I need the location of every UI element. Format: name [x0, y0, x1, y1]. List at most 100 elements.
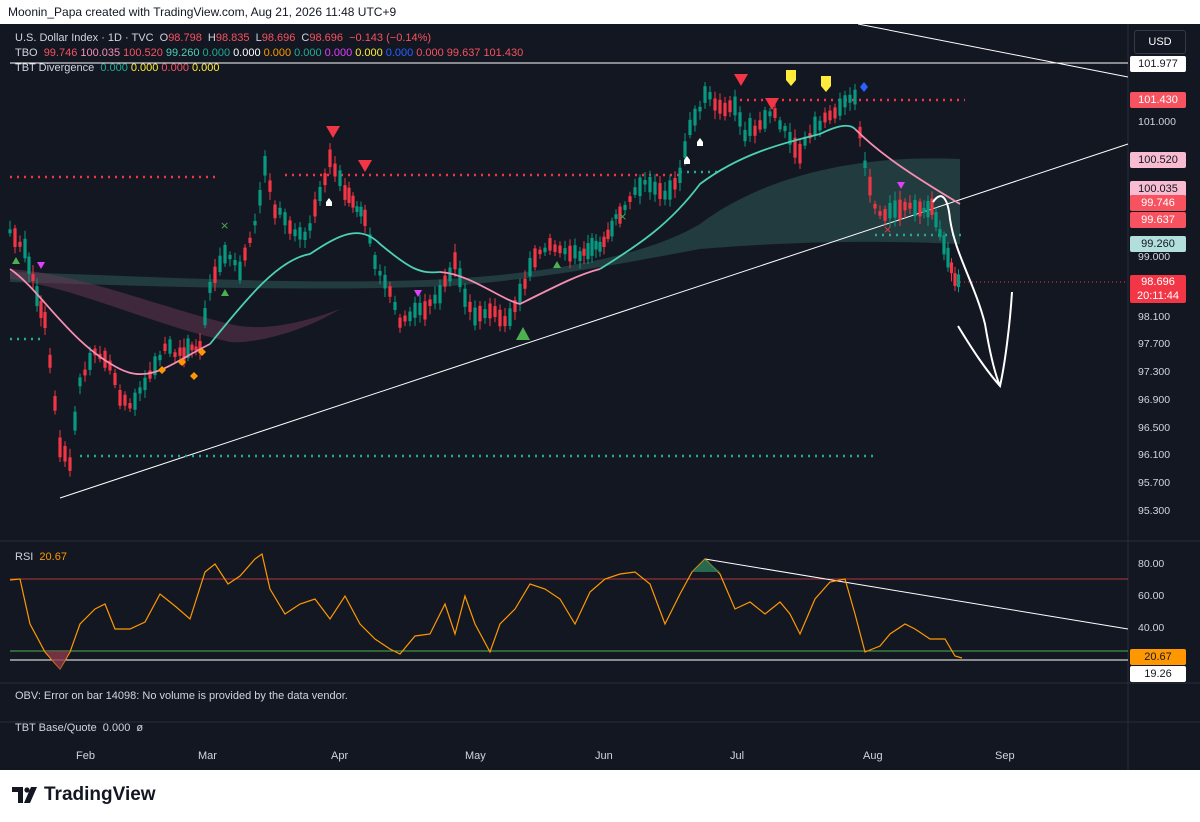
divergence-indicator-name[interactable]: TBT Divergence: [15, 62, 94, 74]
indicator-value: 0.000: [161, 62, 189, 74]
price-tick: 97.700: [1138, 338, 1171, 350]
cross-marker: ×: [220, 219, 229, 232]
obv-error-text: OBV: Error on bar 14098: No volume is pr…: [15, 690, 348, 702]
time-axis-label: Jul: [730, 750, 745, 762]
price-label-tbo-high: 101.430: [1130, 92, 1186, 108]
indicator-value: 100.520: [123, 47, 163, 59]
top-bar: Moonin_Papa created with TradingView.com…: [0, 0, 1200, 24]
tbo-indicator-name[interactable]: TBO: [15, 47, 38, 59]
white-drop-marker: [697, 138, 703, 146]
time-axis-label: Aug: [863, 750, 883, 762]
divergence-values: 0.000 0.000 0.000 0.000: [100, 62, 222, 74]
yellow-flag-marker: [821, 76, 831, 92]
price-tick: 96.500: [1138, 422, 1171, 434]
legend-rsi-row: RSI 20.67: [15, 551, 70, 563]
price-label-level: 101.977: [1130, 56, 1186, 72]
white-drop-marker: [326, 198, 332, 206]
high-value: 98.835: [215, 32, 250, 44]
small-down-marker-purple: [414, 290, 422, 297]
cross-marker: ×: [618, 210, 627, 223]
rsi-indicator-name[interactable]: RSI: [15, 551, 33, 563]
time-axis-label: May: [465, 750, 486, 762]
indicator-value: 0.000: [100, 62, 128, 74]
open-value: 98.798: [168, 32, 202, 44]
sell-triangle-marker: [358, 160, 372, 172]
price-tick: 97.300: [1138, 366, 1171, 378]
small-down-marker-purple: [37, 262, 45, 269]
close-value: 98.696: [309, 32, 344, 44]
time-axis-label: Jun: [595, 750, 613, 762]
indicator-value: 100.035: [80, 47, 121, 59]
created-by-text: Moonin_Papa created with TradingView.com…: [8, 5, 397, 19]
low-value: 98.696: [261, 32, 296, 44]
sell-triangle-marker: [326, 126, 340, 138]
sell-triangle-marker: [765, 98, 779, 110]
price-tick: 96.900: [1138, 394, 1171, 406]
small-up-marker: [221, 289, 229, 296]
tbt-value: 0.000: [102, 722, 131, 734]
currency-button[interactable]: USD: [1134, 30, 1186, 54]
rsi-trendline: [704, 558, 1129, 630]
rsi-tick: 60.00: [1138, 590, 1165, 602]
chart-area[interactable]: × × × U.S. Dollar Index · 1D · TVC O98.7…: [0, 24, 1200, 770]
buy-triangle-marker: [516, 327, 530, 340]
time-axis-label: Apr: [331, 750, 349, 762]
small-up-marker: [12, 257, 20, 264]
price-label-tbo-upper: 100.520: [1130, 152, 1186, 168]
symbol-name[interactable]: U.S. Dollar Index · 1D · TVC: [15, 32, 154, 44]
trendline-upper: [857, 24, 1129, 78]
tbo-values: 99.746 100.035 100.520 99.260 0.000 0.000 0.00…: [44, 47, 527, 59]
cross-marker: ×: [883, 223, 892, 236]
yellow-flag-marker: [786, 70, 796, 86]
price-tick: 99.000: [1138, 251, 1171, 263]
time-axis-label: Mar: [198, 750, 217, 762]
indicator-value: 101.430: [483, 47, 524, 59]
price-label-tbo-mid: 99.637: [1130, 212, 1186, 228]
indicator-value: 0.000: [263, 47, 292, 59]
moving-average-pink: [9, 128, 961, 376]
indicator-value: 0.000: [416, 47, 444, 59]
sell-triangle-marker: [734, 74, 748, 86]
price-tick: 96.100: [1138, 449, 1171, 461]
diamond-marker-blue: [860, 82, 868, 92]
change-value: −0.143 (−0.14%): [349, 32, 432, 44]
indicator-value: 0.000: [355, 47, 383, 59]
tbt-indicator-name[interactable]: TBT Base/Quote: [15, 722, 97, 734]
last-price-label: 98.696 20:11:44: [1130, 275, 1186, 303]
legend-tbt-row: TBT Base/Quote 0.000 ø: [15, 722, 146, 734]
price-tick: 101.000: [1138, 116, 1176, 128]
indicator-value: 0.000: [233, 47, 261, 59]
diamond-marker-orange: [190, 372, 198, 380]
indicator-value: 0.000: [324, 47, 353, 59]
indicator-value: 0.000: [191, 62, 220, 74]
tradingview-logo-icon: [12, 787, 37, 803]
tradingview-logo[interactable]: TradingView: [12, 784, 156, 806]
bar-countdown: 20:11:44: [1136, 290, 1179, 302]
chart-canvas[interactable]: × × ×: [0, 24, 1200, 770]
time-axis-label: Sep: [995, 750, 1015, 762]
pane-separators: [0, 24, 1200, 770]
cloud-band-green: [10, 158, 960, 289]
legend-divergence-row: TBT Divergence 0.000 0.000 0.000 0.000: [15, 62, 225, 74]
tradingview-brand-text: TradingView: [44, 784, 156, 805]
footer: TradingView: [0, 770, 1200, 822]
time-axis-label: Feb: [76, 750, 95, 762]
indicator-value: 99.260: [165, 47, 200, 59]
legend-tbo-row: TBO 99.746 100.035 100.520 99.260 0.000 0.000…: [15, 47, 529, 59]
indicator-value: 99.637: [446, 47, 481, 59]
indicator-value: 0.000: [130, 62, 159, 74]
legend-symbol-row: U.S. Dollar Index · 1D · TVC O98.798 H98…: [15, 32, 432, 44]
rsi-tick: 40.00: [1138, 622, 1165, 634]
rsi-value: 20.67: [39, 551, 67, 563]
indicator-value: 0.000: [294, 47, 322, 59]
small-up-marker: [553, 261, 561, 268]
price-label-tbo-lower: 99.260: [1130, 236, 1186, 252]
price-tick: 95.700: [1138, 477, 1171, 489]
price-tick: 95.300: [1138, 505, 1171, 517]
indicator-value: 99.746: [43, 47, 78, 59]
rsi-value-label: 20.67: [1130, 649, 1186, 665]
tbt-empty-icon: ø: [136, 722, 144, 734]
price-tick: 98.100: [1138, 311, 1171, 323]
rsi-lower-label: 19.26: [1130, 666, 1186, 682]
price-label-tbo-fast: 99.746: [1130, 195, 1186, 211]
